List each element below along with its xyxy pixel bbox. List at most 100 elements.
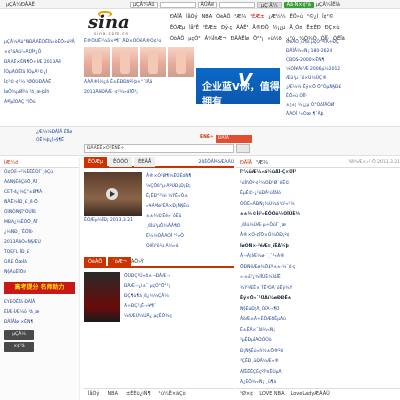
mid-left-link[interactable]: ÓÊ¼þ¿Í»§¶Ë [36, 137, 80, 145]
list-item[interactable]: TOEFL ÍÐ¸£ [4, 248, 79, 258]
list-item[interactable]: ÐÇ¶ù¶à¸ß¿¼¼ÇÂ¼ [124, 292, 234, 302]
list-item[interactable]: ±±¾©Êé»­´óÈü [146, 212, 234, 222]
list-item[interactable]: Î¢²©·¢²¼ ¹ØÓÚÐÂÀË [4, 78, 80, 88]
tab-nba[interactable]: NBA [107, 389, 118, 398]
gallery-caption[interactable]: Ë®ÔÚË²¼ä×ª¶¯ ÄÐ×ÓÓëÅ®Ó¢¹ú [84, 38, 194, 45]
nav-link[interactable]: ÓéÀÖ [216, 14, 230, 20]
nav-link[interactable]: ¹ÉÆ± [203, 25, 217, 31]
ad-banner[interactable]: V 企业蓝V你，值得拥有 [196, 68, 280, 108]
list-item[interactable]: ÊÖ»ú ÓÎÏ· [286, 92, 398, 101]
gallery-photo[interactable] [140, 47, 166, 77]
list-item[interactable]: ÖÜÐÇ³Û»ð±¬ÐÂÆ¬ [124, 272, 234, 282]
nav-link[interactable]: ÌåÓý [186, 14, 197, 20]
list-item[interactable]: ÉÌÆ·ÍÆ¼ö ¹ã¸æ [4, 308, 79, 318]
top-left-text[interactable]: µÇÂ¼ÐÂÀË [6, 2, 35, 8]
list-item[interactable]: ¼ÒÍ¥Àí²Æ 2006µ½2012 [286, 65, 398, 74]
nav-link[interactable]: NBA [202, 14, 213, 20]
tab-right-link[interactable]: 20ÈÕÅÌºóÆÀÂÛ [199, 160, 234, 165]
play-icon[interactable] [106, 188, 118, 200]
nav-link[interactable]: ÐÂÀËÍø [231, 36, 249, 42]
nav-link[interactable]: ÊÓÆµ [170, 25, 185, 31]
video-thumbnail[interactable] [84, 172, 142, 216]
nav-link[interactable]: ÐÇ×ù [325, 25, 340, 31]
list-item[interactable]: ÁªÏµÎÒÃÇ °ïÖú [4, 98, 80, 108]
news-item[interactable]: ³ÇÊÐ¸üÐÂ¼Æ»® [240, 357, 400, 368]
nav-link[interactable]: Î¢²© [322, 14, 334, 20]
list-item[interactable]: ÐÂÎÅ¾«Ñ¡ 180-2624 [286, 47, 398, 56]
list-item[interactable]: CET-4¿¼Ç°±Ø¶Á [4, 188, 79, 198]
list-item[interactable]: EYEÓÊÏä ÐÂÎÅ [4, 298, 79, 308]
username-input[interactable] [159, 1, 196, 8]
news-item[interactable]: ÒÔÉ«ÁÐÑ¡¾Ù½á¹û¹«²¼ [240, 200, 400, 211]
tab-intl-football[interactable]: ¹ú¼Ê×ãÇò [159, 389, 186, 398]
list-item[interactable]: ÐÂÆ¬¿ì±¨ µçÓ°Ö°³¡ [124, 282, 234, 292]
news-item[interactable]: »·±£²¿¾ÍÎÛÈ¾ÌáÎÊ [240, 273, 400, 284]
list-item[interactable]: Æû³µ ´ó×Ú¼ÛÇ® [286, 74, 398, 83]
nav-link[interactable]: Ìå²Ê [189, 25, 199, 31]
gallery-photo[interactable] [168, 47, 194, 77]
mid-left-link[interactable]: ¿Æ¼¼ÐÂÎÅ ÉÏÍø [36, 129, 80, 137]
nav-link[interactable]: Ðý·ç [221, 25, 232, 31]
news-item[interactable]: ÀÏÈËÊÇÈçºÎ³¤ÊÙµÄ [240, 368, 400, 379]
search-category-tab[interactable]: ÐÂÎÅ [216, 135, 252, 143]
list-item[interactable]: Ê¡ÊÐ°²¼ì ¼ÝÊ»Ô± [146, 192, 234, 202]
tab-news[interactable]: ÐÂÎÅ [240, 158, 252, 167]
nav-link[interactable]: Å®ÐÔ [252, 25, 268, 31]
news-item[interactable]: ÊµÊ©·¿²úÐÂ¹úÎåÌõ [240, 189, 400, 200]
nav-link[interactable]: ¹ÉÆ± [250, 14, 264, 20]
list-item[interactable]: ×¢²áÃû²»ÄÜÎª¿Õ [4, 48, 80, 58]
news-item[interactable]: ÖÐÑëÆø¾Ö£º±±·½´ó·ç [240, 263, 400, 274]
login-help-link[interactable]: µÇÂ¼ÎÊÌâ [316, 2, 340, 8]
news-item[interactable]: Å®×Ó·¢ÏÖ×Ô¼ÒÐ¡º¢ [240, 231, 400, 242]
gallery-text-1[interactable]: ÃÀÅ®Í¼¿â Ê±ÉÐÐãºÍ·þ×°´îÅä [84, 79, 194, 87]
list-item[interactable]: Ó¢ÓïÍ¬²½ÈËÊÓÍ¨¸èÇú [4, 168, 79, 178]
news-item[interactable]: Ê±ÊÂ×¨Ìâ¾«Ñ¡ [240, 326, 400, 337]
list-item[interactable]: Ã÷ÐÇ²¡Ê·»¥¶¯ [124, 302, 234, 312]
tab-video[interactable]: ÊÓÆµ [84, 157, 108, 167]
news-item[interactable]: ÍøÓÑ×·²éÆ¤¸ïÊÂ¼þ [240, 242, 400, 253]
nav-link[interactable]: ²©¿Í [307, 14, 318, 20]
sidebar-login-button[interactable]: µÇÂ¼ [4, 330, 34, 340]
list-item[interactable]: ÐÂÀË×ÊÑ¶Ö÷ÍÆ 2013Äê [4, 58, 80, 68]
register-button[interactable]: Ãâ·Ñ×¢²á [283, 1, 314, 8]
nav-link[interactable]: ²Æ¾­ [234, 14, 246, 20]
list-item[interactable]: »¥ÁªÍø³ÉÂ×Ð¡Ñ§Éú [146, 202, 234, 212]
nav-link[interactable]: »ù½ð [268, 36, 282, 42]
nav-link[interactable]: ÊÖ»ú [290, 14, 303, 20]
news-item[interactable]: Êý×Ö»¯¹ÜÀí½øÐÐÊ± [240, 294, 400, 305]
list-item[interactable]: ÐÂÎÅÍø ×ÊÑ¶ [4, 318, 79, 328]
list-item[interactable]: ¿Æ¼¼ Êý×Ö Ö°ÒµÑ§Ð£ [286, 83, 398, 92]
sina-logo[interactable]: sina sina.com.cn [88, 11, 166, 37]
video-caption[interactable]: ÊÓÆµ½ÏÐ¡ 2013.3.21 [84, 217, 142, 225]
tab-love-nba[interactable]: LOVE NBA [259, 389, 284, 398]
search-button[interactable] [236, 144, 250, 153]
news-item[interactable]: ³µÊÐµÍÃÔÔ­Òò [240, 336, 400, 347]
list-item[interactable]: ½ñÆÚ½ÚÄ¿ µçÊÓ¾ç [124, 312, 234, 322]
exam-banner[interactable]: 高考提分 名师助力 [4, 282, 75, 294]
nav-link[interactable]: ¿Æ¼¼ [268, 14, 285, 20]
list-item[interactable]: 2013ÄêÒ»Ñ§ÆÚ [4, 238, 79, 248]
nav-link[interactable]: Ä¸Ó¤ [289, 25, 302, 31]
nav-link[interactable]: Ê±ÉÐ [306, 25, 320, 31]
list-item[interactable]: ÓêÌì³ö¹ú Á½»á [146, 242, 234, 252]
news-item[interactable]: Ñ§ÉúÐ¦Ä¸ÓïÃ¬¶Ü [240, 305, 400, 316]
tab-sports[interactable]: ÌåÓý [88, 389, 99, 398]
list-item[interactable]: ÍøÕ¾µØÍ¼ ¹ã¸æ·þÎñ [4, 88, 80, 98]
gallery-photo[interactable] [112, 47, 138, 77]
sidebar-tab[interactable]: ÍÆ¼ö [0, 158, 79, 168]
tab-finance[interactable]: ²Æ¾­ [256, 158, 270, 167]
list-item[interactable]: ÂÃÓÎ ¹«Òæ ¶¯Âþ [286, 110, 398, 119]
list-item[interactable]: ÓéÀÖ¸ü¶à µçÓ°ºÍÃ÷ÐÇ [286, 38, 398, 47]
list-item[interactable]: MBA¿¼ÊÔÖ¸ÄÏ [4, 218, 79, 228]
list-item[interactable]: ¿¼ÑÐ¸´ÊÔÏÞ [4, 228, 79, 238]
list-item[interactable]: ±¦±¦ ½¡¿µ Ó°ÒôÏÂÔØ [286, 101, 398, 110]
news-item[interactable]: Ï°½üÆ½»á¼ûÄÏ·Ç×ÜÍ³ [240, 168, 400, 179]
nav-link[interactable]: ÃÀÊ³ [236, 25, 248, 31]
search-input[interactable]: ÐÂÀËÊ×Ò³ËÑË÷ [84, 144, 234, 153]
news-item[interactable]: Ð¡Ñ§Éú»ñ½±Ö®ºó [240, 347, 400, 358]
list-item[interactable]: µÇÂ¼Ãû°ÑÐÂÀËÓÊÏä»òÊÖ»úºÅ [4, 38, 80, 48]
list-item[interactable]: ¼ÇÕß°µ·ÃºÚÐ¡Ð¡Ð¡ [146, 182, 234, 192]
news-item[interactable]: ±±¾©Îí²»ÉÕÔö¼ÓÎÛÈ¾ [240, 210, 400, 221]
tab-hot[interactable]: ÈÈÃÅ [134, 157, 156, 167]
list-item[interactable]: ¸ßÌú³µÕ¾ÅÅ¶Ó [146, 222, 234, 232]
